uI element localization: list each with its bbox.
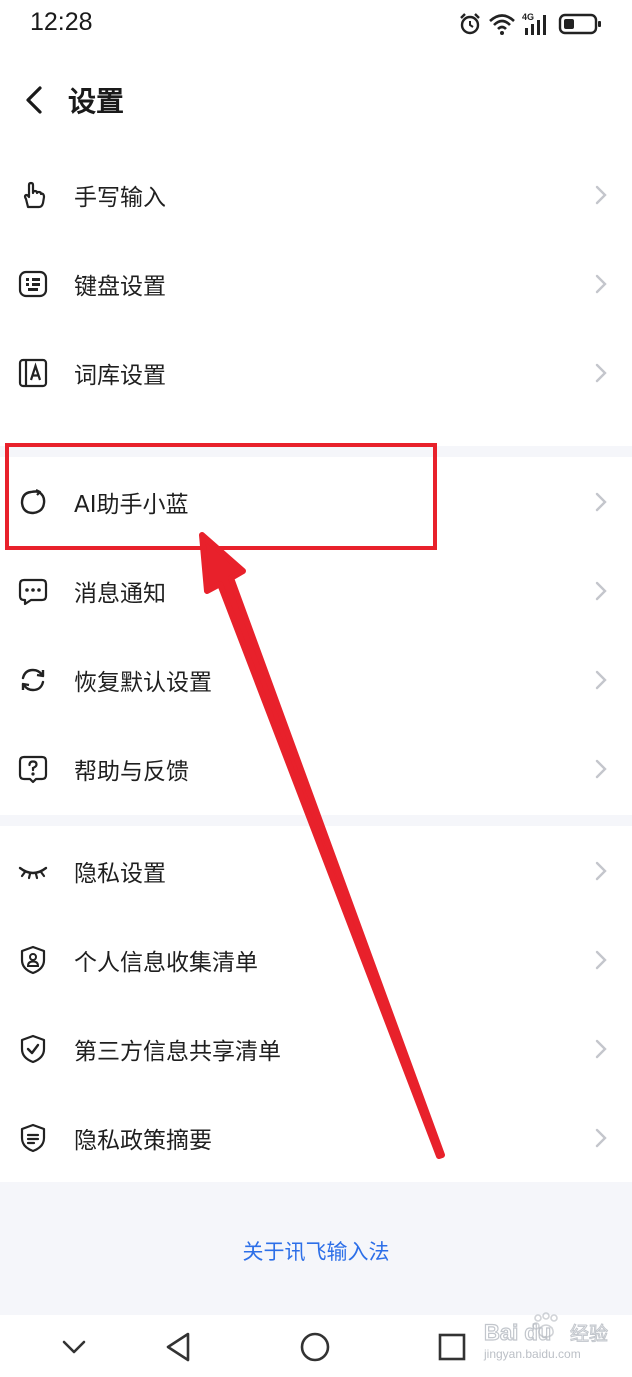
chevron-right-icon [595, 759, 607, 778]
header: 设置 [0, 50, 632, 150]
row-label: 手写输入 [74, 184, 166, 211]
chevron-right-icon [595, 950, 607, 969]
annotation-highlight-box [5, 443, 437, 550]
reset-icon [21, 668, 45, 691]
shield-doc-icon [20, 1123, 46, 1152]
chevron-right-icon [595, 670, 607, 689]
row-label: 个人信息收集清单 [74, 949, 258, 976]
page-title: 设置 [68, 85, 125, 118]
row-reset-defaults[interactable]: 恢复默认设置 [0, 635, 632, 724]
chevron-left-icon[interactable] [16, 80, 52, 120]
row-dictionary-settings[interactable]: 词库设置 [0, 328, 632, 417]
chevron-right-icon [595, 274, 607, 293]
about-link[interactable]: 关于讯飞输入法 [0, 1236, 632, 1266]
row-privacy-settings[interactable]: 隐私设置 [0, 826, 632, 915]
baidu-jingyan-watermark: Bai du 经验 jingyan.baidu.com [483, 1312, 609, 1361]
closed-eye-icon [18, 866, 48, 879]
row-third-party-sharing[interactable]: 第三方信息共享清单 [0, 1004, 632, 1093]
settings-group-input: 手写输入 键盘设置 词库设置 [0, 150, 632, 446]
chevron-right-icon [595, 492, 607, 511]
about-area: 关于讯飞输入法 [0, 1182, 632, 1315]
message-bubble-icon [18, 578, 48, 605]
row-label: 隐私政策摘要 [74, 1127, 212, 1154]
row-label: 隐私设置 [74, 860, 166, 887]
wifi-icon [489, 14, 515, 35]
handwriting-hand-icon [23, 181, 46, 208]
chevron-right-icon [595, 1039, 607, 1058]
row-privacy-policy-summary[interactable]: 隐私政策摘要 [0, 1093, 632, 1182]
row-label: 第三方信息共享清单 [74, 1038, 281, 1065]
chevron-right-icon [595, 581, 607, 600]
row-label: 键盘设置 [74, 273, 166, 300]
status-bar: 12:28 4G [0, 0, 632, 50]
svg-text:经验: 经验 [570, 1323, 608, 1345]
row-label: 词库设置 [74, 362, 166, 389]
keyboard-icon [18, 270, 48, 297]
row-help-feedback[interactable]: 帮助与反馈 [0, 724, 632, 813]
dictionary-icon [18, 358, 48, 387]
back-triangle-icon[interactable] [156, 1325, 200, 1369]
svg-text:jingyan.baidu.com: jingyan.baidu.com [483, 1347, 581, 1361]
row-handwriting[interactable]: 手写输入 [0, 150, 632, 239]
recents-square-icon[interactable] [430, 1325, 474, 1369]
chevron-right-icon [595, 861, 607, 880]
row-label: 恢复默认设置 [74, 669, 212, 696]
home-circle-icon[interactable] [293, 1325, 337, 1369]
shield-check-icon [20, 1034, 46, 1063]
row-label: 帮助与反馈 [74, 758, 189, 785]
status-icons: 4G [458, 10, 602, 38]
status-time: 12:28 [30, 8, 93, 36]
battery-icon [558, 13, 601, 35]
row-label: 消息通知 [74, 580, 166, 607]
chevron-right-icon [595, 1128, 607, 1147]
settings-group-privacy: 隐私设置 个人信息收集清单 第三方信息共享清单 隐私政策摘要 [0, 826, 632, 1182]
shield-user-icon [20, 945, 46, 974]
help-icon [18, 755, 48, 783]
chevron-right-icon [595, 363, 607, 382]
alarm-icon [460, 13, 480, 35]
chevron-right-icon [595, 185, 607, 204]
svg-text:Bai du: Bai du [484, 1320, 551, 1345]
signal-4g-icon: 4G [522, 12, 546, 35]
hide-keyboard-icon[interactable] [52, 1325, 96, 1369]
row-message-notification[interactable]: 消息通知 [0, 546, 632, 635]
network-label: 4G [522, 12, 534, 22]
row-keyboard-settings[interactable]: 键盘设置 [0, 239, 632, 328]
row-personal-info-list[interactable]: 个人信息收集清单 [0, 915, 632, 1004]
